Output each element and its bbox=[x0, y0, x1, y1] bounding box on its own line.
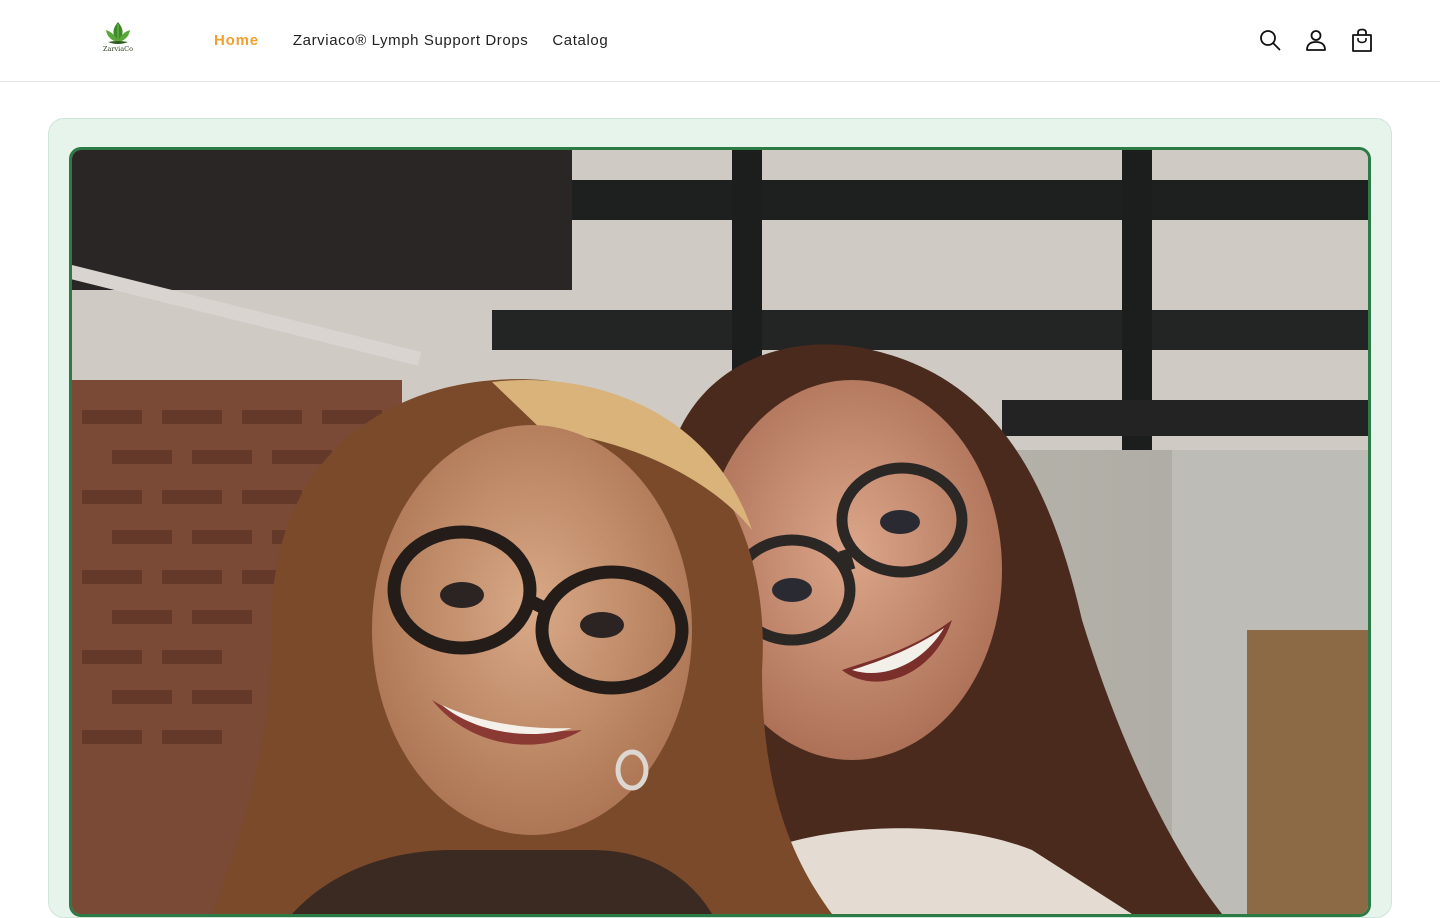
account-icon[interactable] bbox=[1304, 28, 1328, 52]
brand-logo[interactable]: ZarviaCo bbox=[98, 20, 138, 56]
header-icons bbox=[1258, 28, 1374, 52]
logo-wordmark: ZarviaCo bbox=[102, 45, 133, 53]
leaf-logo-icon bbox=[106, 22, 130, 44]
cart-icon[interactable] bbox=[1350, 28, 1374, 52]
nav-item-home[interactable]: Home bbox=[214, 32, 259, 49]
hero-image bbox=[69, 147, 1371, 917]
main-nav: Home Zarviaco® Lymph Support Drops Catal… bbox=[214, 30, 608, 50]
nav-item-lymph-support-drops[interactable]: Zarviaco® Lymph Support Drops bbox=[293, 32, 529, 49]
search-icon[interactable] bbox=[1258, 28, 1282, 52]
site-header: ZarviaCo Home Zarviaco® Lymph Support Dr… bbox=[0, 0, 1440, 82]
hero-photo-two-smiling-women bbox=[72, 150, 1368, 914]
nav-item-catalog[interactable]: Catalog bbox=[552, 32, 608, 49]
